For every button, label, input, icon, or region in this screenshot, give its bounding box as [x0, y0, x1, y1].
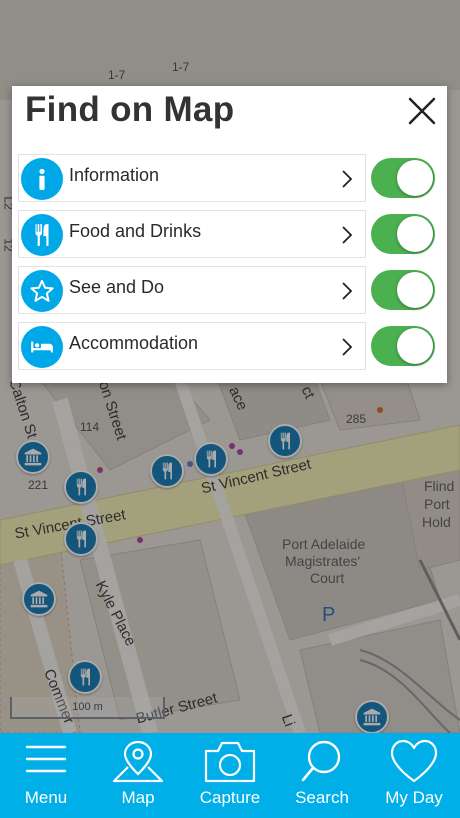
row-label: See and Do [69, 277, 165, 297]
camera-icon [204, 741, 256, 783]
tab-label: My Day [385, 788, 443, 807]
tab-map[interactable]: Map [92, 733, 184, 818]
hamburger-menu-icon [25, 745, 67, 773]
category-row-see-and-do[interactable]: See and Do [18, 266, 366, 314]
tab-label: Menu [24, 788, 68, 807]
category-row-food-and-drinks[interactable]: Food and Drinks [18, 210, 366, 258]
bed-icon [21, 326, 63, 368]
row-label: Information [69, 165, 160, 185]
tab-capture[interactable]: Capture [184, 733, 276, 818]
toggle-food-and-drinks[interactable] [371, 214, 435, 254]
star-icon [21, 270, 63, 312]
tab-my-day[interactable]: My Day [368, 733, 460, 818]
row-label: Accommodation [69, 333, 199, 353]
dialog-title: Find on Map [25, 90, 235, 129]
toggle-see-and-do[interactable] [371, 270, 435, 310]
heart-icon [390, 739, 438, 783]
chevron-right-icon [342, 282, 353, 300]
search-icon [301, 740, 341, 782]
find-on-map-dialog: Find on Map Information Food and Drinks … [12, 86, 447, 383]
chevron-right-icon [342, 170, 353, 188]
tab-label: Map [121, 788, 155, 807]
chevron-right-icon [342, 338, 353, 356]
toggle-accommodation[interactable] [371, 326, 435, 366]
bottom-tab-bar: Menu Map Capture Search My Day [0, 733, 460, 818]
row-label: Food and Drinks [69, 221, 202, 241]
map-pin-icon [112, 740, 164, 783]
tab-label: Search [295, 788, 349, 807]
tab-label: Capture [199, 788, 261, 807]
close-icon[interactable] [407, 96, 437, 126]
toggle-information[interactable] [371, 158, 435, 198]
fork-knife-icon [21, 214, 63, 256]
tab-search[interactable]: Search [276, 733, 368, 818]
category-row-accommodation[interactable]: Accommodation [18, 322, 366, 370]
info-icon [21, 158, 63, 200]
category-row-information[interactable]: Information [18, 154, 366, 202]
chevron-right-icon [342, 226, 353, 244]
tab-menu[interactable]: Menu [0, 733, 92, 818]
